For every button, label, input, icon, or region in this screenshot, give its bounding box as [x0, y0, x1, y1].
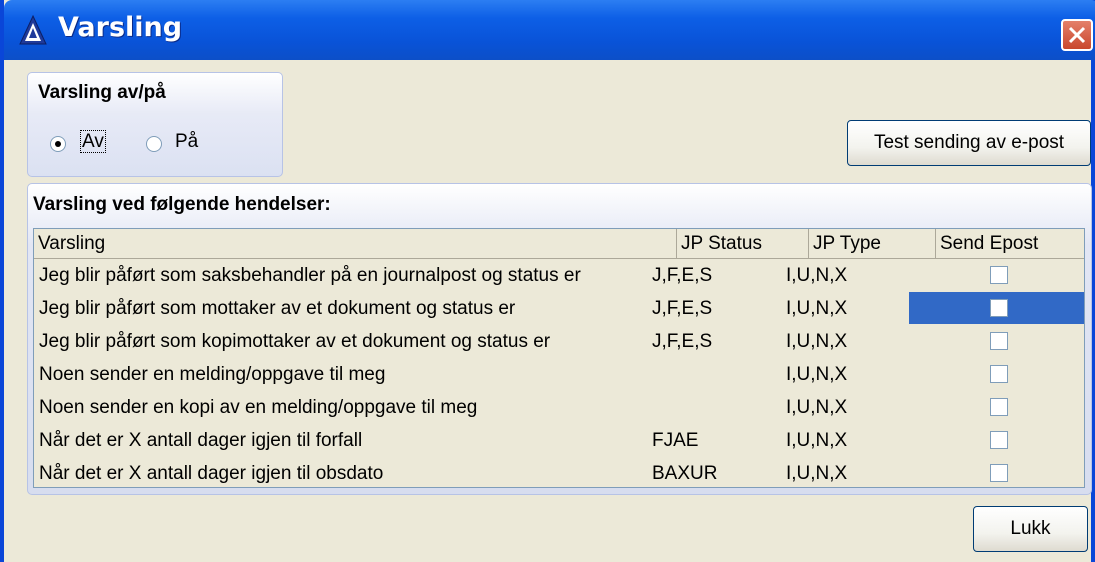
radio-av-label[interactable]: Av	[80, 130, 106, 153]
events-table[interactable]: Varsling JP Status JP Type Send Epost Je…	[33, 228, 1085, 488]
app-logo-icon	[19, 14, 47, 45]
table-row[interactable]: Noen sender en kopi av en melding/oppgav…	[34, 391, 1084, 424]
send-epost-checkbox[interactable]	[990, 266, 1008, 284]
cell-varsling: Jeg blir påført som mottaker av et dokum…	[39, 298, 516, 319]
table-row[interactable]: Når det er X antall dager igjen til forf…	[34, 424, 1084, 457]
cell-jp-status	[652, 391, 802, 424]
radio-paa-label[interactable]: På	[175, 131, 198, 153]
cell-jp-type: I,U,N,X	[786, 397, 848, 418]
cell-jp-status: J,F,E,S	[652, 331, 713, 352]
cell-jp-status: J,F,E,S	[652, 298, 713, 319]
cell-varsling: Når det er X antall dager igjen til forf…	[39, 430, 363, 451]
cell-varsling: Noen sender en kopi av en melding/oppgav…	[39, 397, 478, 418]
radio-av[interactable]	[50, 136, 66, 152]
table-row[interactable]: Når det er X antall dager igjen til obsd…	[34, 457, 1084, 487]
cell-jp-status: J,F,E,S	[652, 265, 713, 286]
table-row[interactable]: Jeg blir påført som saksbehandler på en …	[34, 259, 1084, 292]
window-title: Varsling	[58, 12, 183, 43]
cell-jp-type: I,U,N,X	[786, 430, 848, 451]
close-button[interactable]: Lukk	[973, 506, 1088, 552]
send-epost-checkbox[interactable]	[990, 332, 1008, 350]
cell-jp-status	[652, 358, 802, 391]
send-epost-checkbox[interactable]	[990, 398, 1008, 416]
column-header-jp-status[interactable]: JP Status	[677, 229, 809, 259]
cell-varsling: Noen sender en melding/oppgave til meg	[39, 364, 386, 385]
close-window-button[interactable]	[1061, 19, 1093, 51]
cell-varsling: Når det er X antall dager igjen til obsd…	[39, 463, 384, 484]
cell-jp-type: I,U,N,X	[786, 265, 848, 286]
send-epost-checkbox[interactable]	[990, 464, 1008, 482]
cell-varsling: Jeg blir påført som saksbehandler på en …	[39, 265, 581, 286]
column-header-varsling[interactable]: Varsling	[34, 229, 677, 259]
column-header-send-epost[interactable]: Send Epost	[936, 229, 1084, 259]
cell-jp-status: FJAE	[652, 430, 699, 451]
column-header-jp-type[interactable]: JP Type	[809, 229, 936, 259]
cell-jp-type: I,U,N,X	[786, 364, 848, 385]
test-email-button[interactable]: Test sending av e-post	[847, 120, 1091, 166]
cell-varsling: Jeg blir påført som kopimottaker av et d…	[39, 331, 551, 352]
table-row[interactable]: Noen sender en melding/oppgave til meg I…	[34, 358, 1084, 391]
send-epost-checkbox[interactable]	[990, 365, 1008, 383]
title-bar[interactable]: Varsling	[4, 0, 1095, 60]
cell-jp-status: BAXUR	[652, 463, 718, 484]
send-epost-checkbox[interactable]	[990, 299, 1008, 317]
close-icon	[1068, 26, 1086, 44]
cell-jp-type: I,U,N,X	[786, 463, 848, 484]
toggle-group-title: Varsling av/på	[38, 82, 166, 103]
cell-jp-type: I,U,N,X	[786, 331, 848, 352]
cell-jp-type: I,U,N,X	[786, 298, 848, 319]
table-row[interactable]: Jeg blir påført som kopimottaker av et d…	[34, 325, 1084, 358]
events-group-title: Varsling ved følgende hendelser:	[33, 194, 331, 215]
radio-paa[interactable]	[146, 136, 162, 152]
table-row-selected[interactable]: Jeg blir påført som mottaker av et dokum…	[34, 292, 1084, 325]
send-epost-checkbox[interactable]	[990, 431, 1008, 449]
